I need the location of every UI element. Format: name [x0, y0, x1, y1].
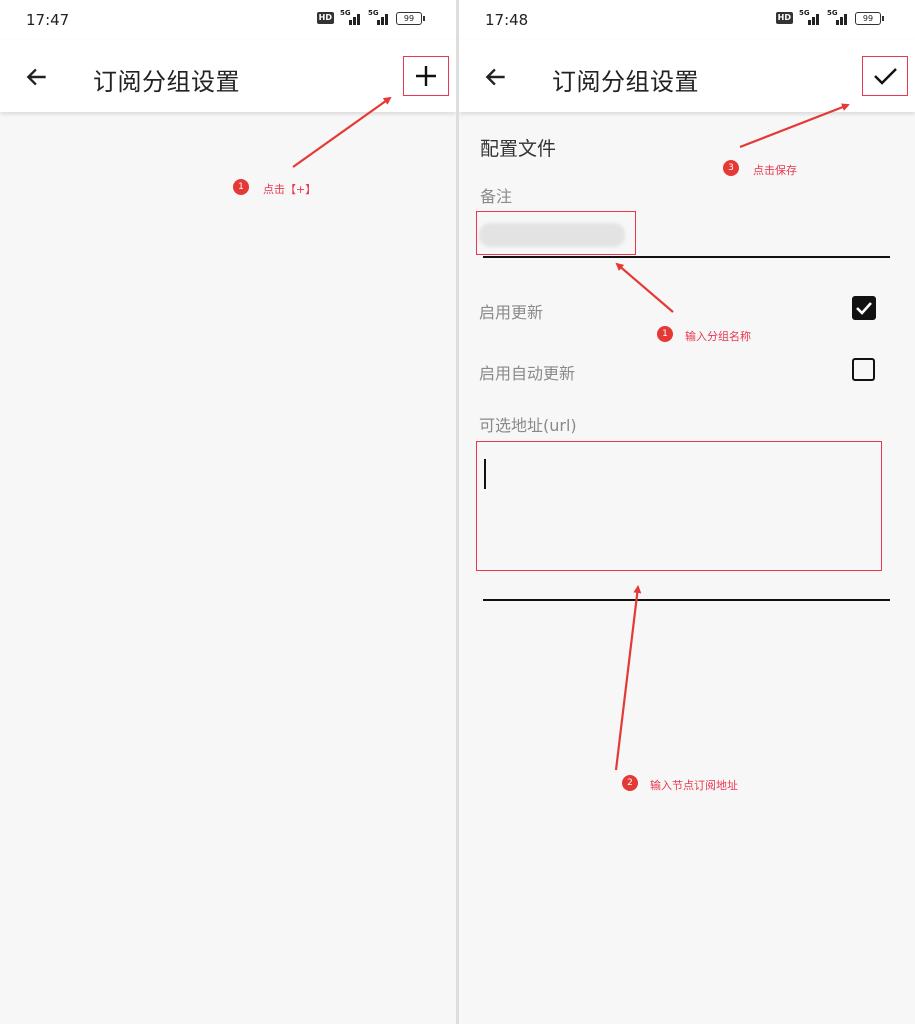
app-bar: 订阅分组设置 — [459, 40, 915, 112]
auto-update-checkbox[interactable] — [852, 358, 875, 381]
remark-label: 备注 — [480, 187, 513, 206]
checkbox-checked-icon — [856, 302, 872, 315]
annotation-badge: 2 — [622, 775, 638, 791]
left-screen: 17:47 HD 5G 5G 99 订阅分组设置 1 点击【+】 — [0, 0, 456, 1024]
annotation-badge: 1 — [233, 179, 249, 195]
signal-icon: 5G — [827, 9, 849, 25]
arrow-left-icon[interactable] — [24, 64, 50, 90]
signal-icon: 5G — [340, 9, 362, 25]
status-bar: 17:47 HD 5G 5G 99 — [0, 0, 456, 40]
highlight-remark-input — [476, 211, 636, 255]
status-icons: HD 5G 5G 99 — [316, 9, 425, 25]
status-time: 17:47 — [26, 11, 70, 29]
annotation-text: 点击保存 — [753, 164, 797, 177]
right-screen: 17:48 HD 5G 5G 99 订阅分组设置 配置文件 备注 启用更新 启用… — [459, 0, 915, 1024]
battery-icon: 99 — [396, 11, 425, 25]
url-textarea-underline — [483, 599, 890, 601]
annotation-text: 输入分组名称 — [685, 330, 751, 343]
annotation-text: 输入节点订阅地址 — [650, 779, 738, 792]
status-time: 17:48 — [485, 11, 529, 29]
battery-icon: 99 — [855, 11, 884, 25]
enable-update-label: 启用更新 — [479, 303, 544, 322]
url-label: 可选地址(url) — [479, 416, 577, 435]
auto-update-label: 启用自动更新 — [479, 364, 576, 383]
hd-icon: HD — [316, 12, 334, 24]
enable-update-checkbox[interactable] — [852, 296, 876, 320]
section-title: 配置文件 — [480, 138, 557, 160]
signal-icon: 5G — [368, 9, 390, 25]
annotation-badge: 1 — [657, 326, 673, 342]
app-bar: 订阅分组设置 — [0, 40, 456, 112]
arrow-left-icon[interactable] — [483, 64, 509, 90]
page-title: 订阅分组设置 — [552, 68, 699, 96]
signal-icon: 5G — [799, 9, 821, 25]
highlight-add-button — [403, 56, 449, 96]
annotation-badge: 3 — [723, 160, 739, 176]
annotation-text: 点击【+】 — [263, 183, 317, 196]
hd-icon: HD — [775, 12, 793, 24]
status-bar: 17:48 HD 5G 5G 99 — [459, 0, 915, 40]
text-cursor — [484, 459, 486, 489]
highlight-save-button — [862, 56, 908, 96]
status-icons: HD 5G 5G 99 — [775, 9, 884, 25]
page-title: 订阅分组设置 — [93, 68, 240, 96]
remark-input-underline — [483, 256, 890, 258]
url-textarea[interactable] — [476, 441, 882, 571]
